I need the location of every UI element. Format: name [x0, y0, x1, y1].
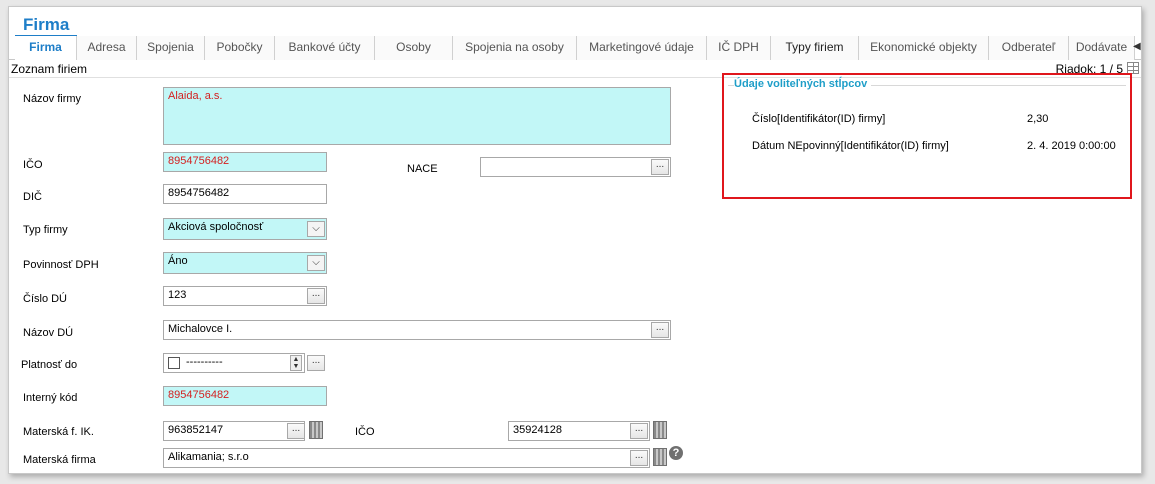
tax-office-name-picker-button[interactable]: ... [651, 322, 669, 338]
parent-company-field[interactable]: Alikamania; s.r.o [163, 448, 650, 468]
parent-ico-label: IČO [355, 426, 375, 438]
optional-columns-title: Údaje voliteľných stĺpcov [734, 78, 872, 90]
help-icon[interactable]: ? [669, 446, 683, 460]
tab-pobocky[interactable]: Pobočky [205, 36, 275, 60]
parent-ik-label: Materská f. IK. [23, 426, 94, 438]
tab-scroll-left-icon[interactable]: ◀ [1133, 39, 1141, 55]
optional-column-value: 2. 4. 2019 0:00:00 [1027, 140, 1116, 152]
tab-ekonomicke-objekty[interactable]: Ekonomické objekty [859, 36, 989, 60]
dic-field[interactable]: 8954756482 [163, 184, 327, 204]
valid-until-field[interactable]: ---------- [163, 353, 305, 373]
tab-spojenia-na-osoby[interactable]: Spojenia na osoby [453, 36, 577, 60]
building-icon[interactable] [653, 421, 667, 439]
chevron-down-icon[interactable]: ⌵ [307, 255, 325, 271]
tab-marketingove-udaje[interactable]: Marketingové údaje [577, 36, 707, 60]
valid-until-label: Platnosť do [21, 359, 78, 371]
company-name-label: Názov firmy [23, 93, 82, 105]
parent-ik-field[interactable]: 963852147 [163, 421, 305, 441]
list-title: Zoznam firiem [11, 62, 88, 76]
optional-column-label: Dátum NEpovinný[Identifikátor(ID) firmy] [752, 140, 949, 152]
tab-firma[interactable]: Firma [15, 36, 77, 60]
parent-ico-picker-button[interactable]: ... [630, 423, 648, 439]
tax-office-number-label: Číslo DÚ [23, 293, 68, 305]
date-spinner[interactable]: ▲ ▼ [290, 355, 302, 371]
nace-picker-button[interactable]: ... [651, 159, 669, 175]
tab-ic-dph[interactable]: IČ DPH [707, 36, 771, 60]
optional-column-value: 2,30 [1027, 113, 1049, 125]
building-icon[interactable] [309, 421, 323, 439]
dic-label: DIČ [23, 191, 42, 203]
parent-company-picker-button[interactable]: ... [630, 450, 648, 466]
optional-columns-panel: Údaje voliteľných stĺpcov Číslo[Identifi… [722, 73, 1132, 199]
valid-until-checkbox[interactable] [168, 357, 180, 369]
nace-field[interactable] [480, 157, 671, 177]
company-type-label: Typ firmy [23, 224, 68, 236]
tab-bankove-ucty[interactable]: Bankové účty [275, 36, 375, 60]
tax-office-picker-button[interactable]: ... [307, 288, 325, 304]
parent-company-label: Materská firma [23, 454, 96, 466]
ico-field[interactable]: 8954756482 [163, 152, 327, 172]
date-picker-button[interactable]: ... [307, 355, 325, 371]
company-name-field[interactable]: Alaida, a.s. [163, 87, 671, 145]
internal-code-label: Interný kód [23, 392, 78, 404]
vat-duty-select[interactable]: Áno [163, 252, 327, 274]
tab-dodavatel[interactable]: Dodávate [1069, 36, 1135, 60]
optional-column-label: Číslo[Identifikátor(ID) firmy] [752, 113, 886, 125]
tab-spojenia[interactable]: Spojenia [137, 36, 205, 60]
chevron-down-icon[interactable]: ⌵ [307, 221, 325, 237]
window-title: Firma [23, 15, 70, 34]
tab-odberatel[interactable]: Odberateľ [989, 36, 1069, 60]
tab-osoby[interactable]: Osoby [375, 36, 453, 60]
company-type-select[interactable]: Akciová spoločnosť [163, 218, 327, 240]
vat-duty-label: Povinnosť DPH [23, 259, 99, 271]
parent-ico-field[interactable]: 35924128 [508, 421, 650, 441]
tab-adresa[interactable]: Adresa [77, 36, 137, 60]
parent-ik-picker-button[interactable]: ... [287, 423, 305, 439]
tab-typy-firiem[interactable]: Typy firiem [771, 36, 859, 60]
tab-bar: Firma Adresa Spojenia Pobočky Bankové úč… [9, 36, 1141, 60]
building-icon[interactable] [653, 448, 667, 466]
nace-label: NACE [407, 163, 438, 175]
tax-office-name-label: Názov DÚ [23, 327, 74, 339]
internal-code-field[interactable]: 8954756482 [163, 386, 327, 406]
tax-office-name-field[interactable]: Michalovce I. [163, 320, 671, 340]
company-window: Firma Firma Adresa Spojenia Pobočky Bank… [8, 6, 1142, 474]
ico-label: IČO [23, 159, 43, 171]
tax-office-number-field[interactable]: 123 [163, 286, 327, 306]
